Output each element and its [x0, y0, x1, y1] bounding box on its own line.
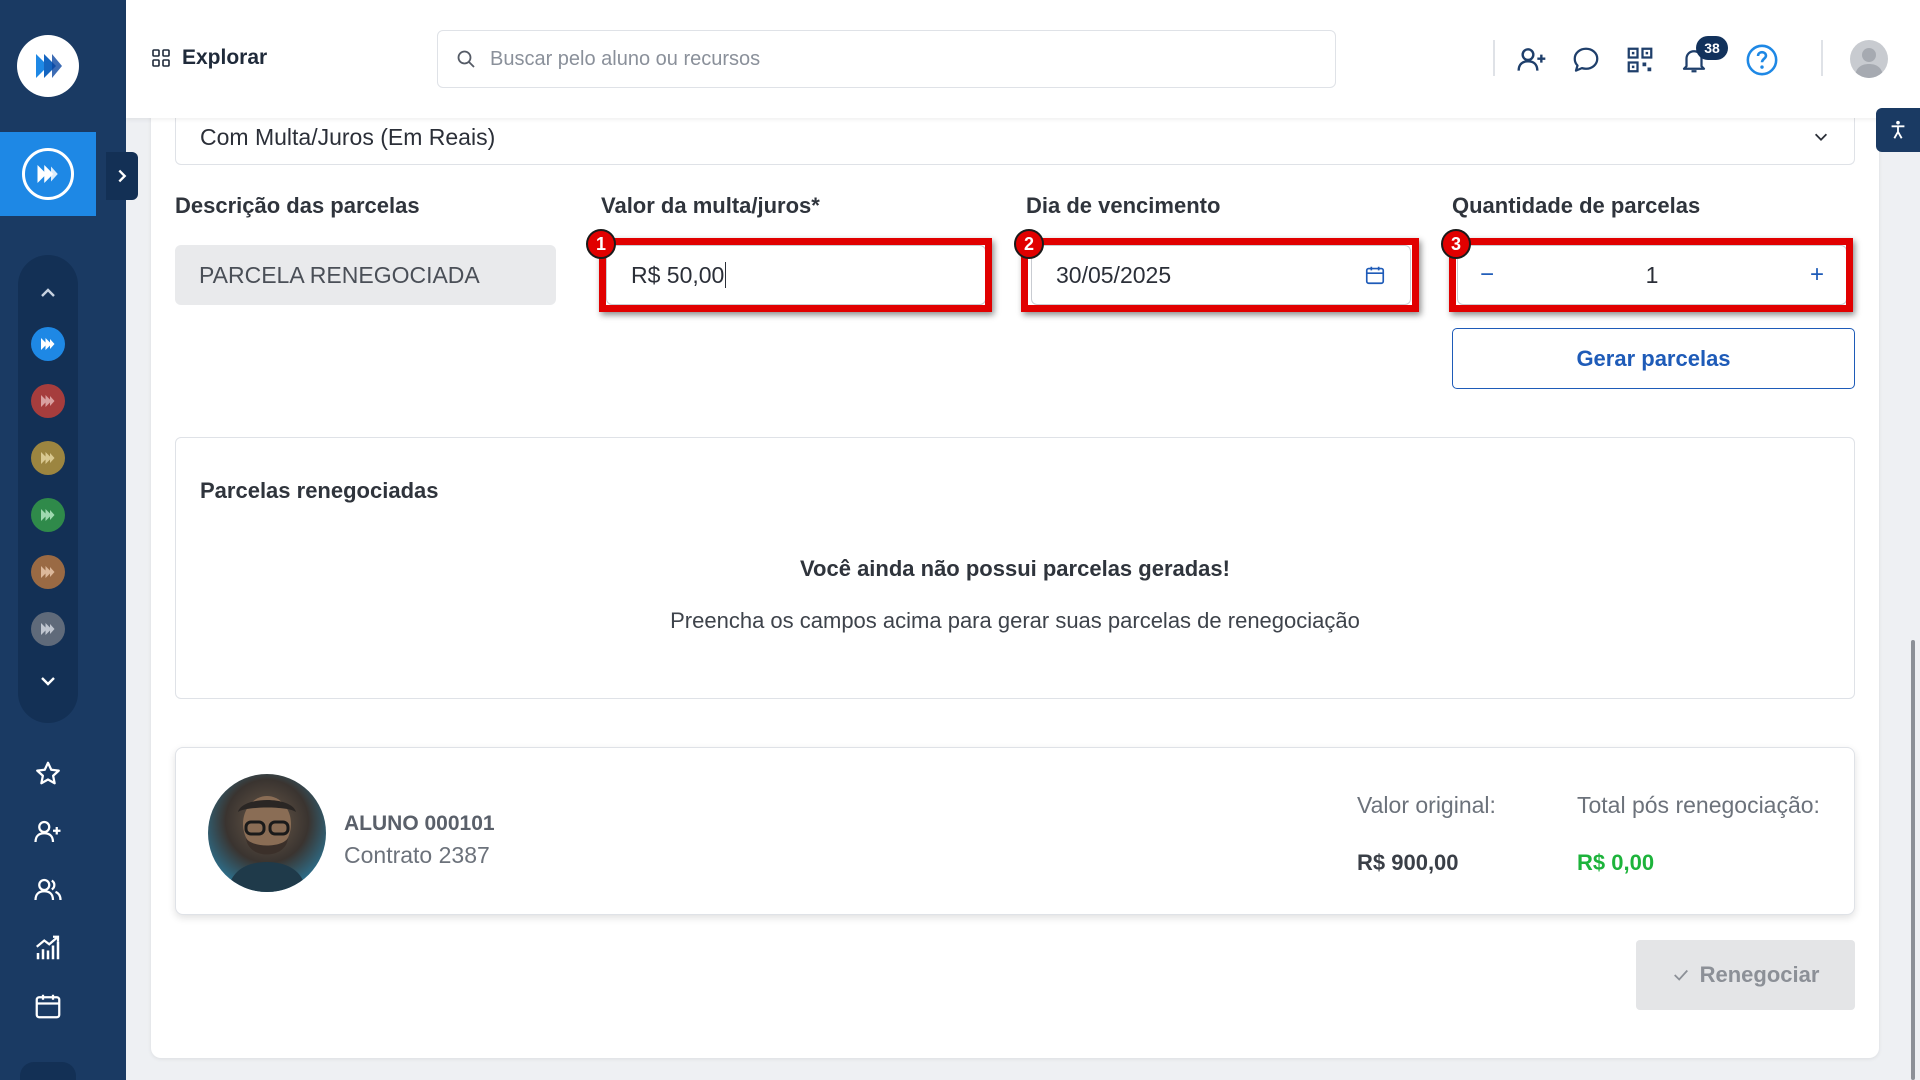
description-field: PARCELA RENEGOCIADA — [175, 245, 556, 305]
active-app-icon — [37, 165, 58, 183]
explore-label: Explorar — [182, 46, 268, 69]
description-label: Descrição das parcelas — [175, 193, 420, 218]
help-icon[interactable] — [1744, 42, 1780, 78]
contract-number: Contrato 2387 — [344, 842, 490, 868]
installments-title: Parcelas renegociadas — [200, 478, 439, 503]
generate-installments-button[interactable]: Gerar parcelas — [1452, 328, 1855, 389]
empty-state-heading: Você ainda não possui parcelas geradas! — [800, 556, 1230, 581]
explore-button[interactable]: Explorar — [152, 46, 267, 70]
total-after-label: Total pós renegociação: — [1577, 792, 1820, 818]
active-app[interactable] — [0, 132, 96, 216]
search-input[interactable]: Buscar pelo aluno ou recursos — [437, 30, 1336, 88]
logo-icon — [36, 54, 62, 78]
renegotiate-label: Renegociar — [1699, 962, 1820, 987]
app-icon-red[interactable] — [31, 384, 65, 418]
student-avatar — [208, 774, 326, 892]
chart-growth-icon[interactable] — [30, 930, 66, 966]
star-icon[interactable] — [30, 756, 66, 792]
highlight-box-2 — [1021, 238, 1419, 312]
qr-code-icon[interactable] — [1622, 42, 1658, 78]
student-name: ALUNO 000101 — [344, 812, 495, 835]
bell-icon[interactable]: 38 — [1676, 36, 1728, 78]
chat-icon[interactable] — [1568, 42, 1604, 78]
top-bar: Explorar Buscar pelo aluno ou recursos 3… — [126, 0, 1920, 118]
app-icon-orange[interactable] — [31, 555, 65, 589]
app-icon-gold[interactable] — [31, 441, 65, 475]
add-user-icon[interactable] — [1514, 42, 1550, 78]
summary-card: ALUNO 000101 Contrato 2387 Valor origina… — [175, 747, 1855, 915]
renegotiation-panel: Com Multa/Juros (Em Reais) Descrição das… — [151, 110, 1879, 1058]
chevron-up-icon[interactable] — [36, 281, 60, 305]
app-icon-blue[interactable] — [31, 327, 65, 361]
empty-state-text: Preencha os campos acima para gerar suas… — [670, 608, 1360, 633]
users-icon[interactable] — [30, 872, 66, 908]
app-icon-green[interactable] — [31, 498, 65, 532]
expand-sidebar-button[interactable] — [106, 152, 138, 200]
total-after-value: R$ 0,00 — [1577, 850, 1655, 875]
app-icon-gray[interactable] — [31, 612, 65, 646]
renegotiate-button[interactable]: Renegociar — [1636, 940, 1855, 1010]
check-icon — [1673, 969, 1688, 981]
search-placeholder: Buscar pelo aluno ou recursos — [490, 47, 761, 70]
fine-label: Valor da multa/juros* — [601, 193, 820, 218]
original-value: R$ 900,00 — [1357, 850, 1459, 875]
accessibility-button[interactable] — [1876, 108, 1920, 152]
add-user-icon[interactable] — [30, 814, 66, 850]
original-value-label: Valor original: — [1357, 792, 1496, 818]
search-icon — [457, 50, 475, 68]
quantity-label: Quantidade de parcelas — [1452, 193, 1701, 218]
user-avatar[interactable] — [1850, 40, 1888, 78]
installments-card: Parcelas renegociadas Você ainda não pos… — [175, 437, 1855, 699]
annotation-badge-3: 3 — [1441, 229, 1471, 259]
divider — [1821, 40, 1823, 76]
highlight-box-1 — [599, 238, 992, 312]
divider — [1493, 40, 1495, 76]
annotation-badge-1: 1 — [586, 229, 616, 259]
fine-type-select[interactable]: Com Multa/Juros (Em Reais) — [175, 110, 1855, 165]
chevron-down-icon — [1814, 133, 1828, 141]
accessibility-icon — [1891, 120, 1905, 139]
fine-type-value: Com Multa/Juros (Em Reais) — [200, 123, 496, 150]
chevron-right-icon — [118, 169, 127, 183]
calendar-icon[interactable] — [30, 988, 66, 1024]
highlight-box-3 — [1449, 238, 1853, 312]
chevron-down-icon[interactable] — [36, 669, 60, 693]
due-date-label: Dia de vencimento — [1026, 193, 1221, 218]
app-switcher — [18, 255, 78, 723]
app-logo[interactable] — [17, 35, 79, 97]
annotation-badge-2: 2 — [1014, 229, 1044, 259]
scrollbar[interactable] — [1911, 640, 1915, 1080]
settings-button[interactable] — [20, 1062, 76, 1080]
grid-icon — [152, 49, 170, 67]
notification-badge: 38 — [1696, 36, 1728, 60]
